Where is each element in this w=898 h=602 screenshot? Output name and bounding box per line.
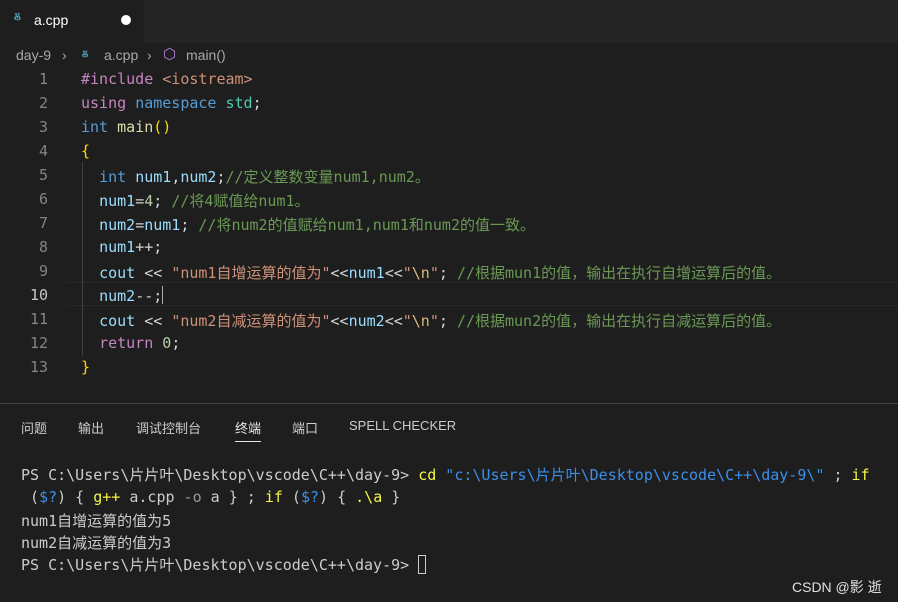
code-line[interactable]: num1=4; //将4赋值给num1。 [81,190,309,211]
line-number: 6 [38,190,48,208]
breadcrumb: day-9 › ⰻ a.cpp › ⬡ main() [0,44,898,66]
code-line[interactable]: #include <iostream> [81,70,253,88]
line-number: 12 [29,334,48,352]
tab-problems[interactable]: 问题 [21,418,47,437]
code-line[interactable]: cout << "num2自减运算的值为"<<num2<<"\n"; //根据m… [81,310,781,331]
terminal-command-line-wrap: ($?) { g++ a.cpp -o a } ; if ($?) { .\a … [21,488,401,506]
code-line[interactable]: return 0; [81,334,180,352]
terminal-cursor [418,555,427,574]
line-number: 11 [29,310,48,328]
code-line[interactable]: int main() [81,118,171,136]
tab-spell-checker[interactable]: SPELL CHECKER [349,418,456,433]
line-number-active: 10 [29,286,48,304]
tab-terminal[interactable]: 终端 [235,418,262,442]
cpp-file-icon: ⰻ [14,11,21,26]
line-number: 2 [38,94,48,112]
tab-a-cpp[interactable]: ⰻ a.cpp [0,0,144,42]
line-number: 5 [38,166,48,184]
breadcrumb-symbol[interactable]: main() [186,47,226,63]
panel-tab-bar: 问题 输出 调试控制台 终端 端口 SPELL CHECKER [0,404,898,444]
code-line[interactable]: } [81,358,90,376]
terminal-prompt-line: PS C:\Users\片片叶\Desktop\vscode\C++\day-9… [21,554,427,575]
chevron-right-icon: › [147,47,152,63]
current-line-highlight [66,282,898,306]
line-number: 9 [38,262,48,280]
code-editor[interactable]: 1 2 3 4 5 6 7 8 9 10 11 12 13 #include <… [0,68,898,380]
code-line[interactable]: { [81,142,90,160]
code-line[interactable]: cout << "num1自增运算的值为"<<num1<<"\n"; //根据m… [81,262,781,283]
code-line[interactable]: num2--; [81,286,164,305]
breadcrumb-folder[interactable]: day-9 [16,47,51,63]
line-number: 4 [38,142,48,160]
line-number: 7 [38,214,48,232]
symbol-method-icon: ⬡ [163,46,177,63]
terminal-command-line: PS C:\Users\片片叶\Desktop\vscode\C++\day-9… [21,466,870,484]
tab-output[interactable]: 输出 [78,418,104,437]
line-number: 1 [38,70,48,88]
code-line[interactable]: int num1,num2;//定义整数变量num1,num2。 [81,166,430,187]
terminal-output-line: num2自减运算的值为3 [21,534,172,552]
code-line[interactable]: using namespace std; [81,94,262,112]
tab-title: a.cpp [34,12,69,28]
unsaved-dot-icon[interactable] [121,15,131,25]
watermark: CSDN @影 逝 [792,579,882,595]
active-tab-underline [235,441,262,442]
line-number: 8 [38,238,48,256]
line-number: 3 [38,118,48,136]
cpp-file-icon: ⰻ [82,48,89,62]
code-line[interactable]: num2=num1; //将num2的值赋给num1,num1和num2的值一致… [81,214,535,235]
chevron-right-icon: › [62,47,67,63]
text-cursor [162,286,164,304]
code-line[interactable]: num1++; [81,238,162,256]
breadcrumb-file[interactable]: a.cpp [104,47,138,63]
tab-ports[interactable]: 端口 [292,418,318,437]
editor-tab-bar: ⰻ a.cpp [0,0,898,42]
tab-debug-console[interactable]: 调试控制台 [136,418,201,437]
terminal-output-line: num1自增运算的值为5 [21,512,172,530]
line-number: 13 [29,358,48,376]
